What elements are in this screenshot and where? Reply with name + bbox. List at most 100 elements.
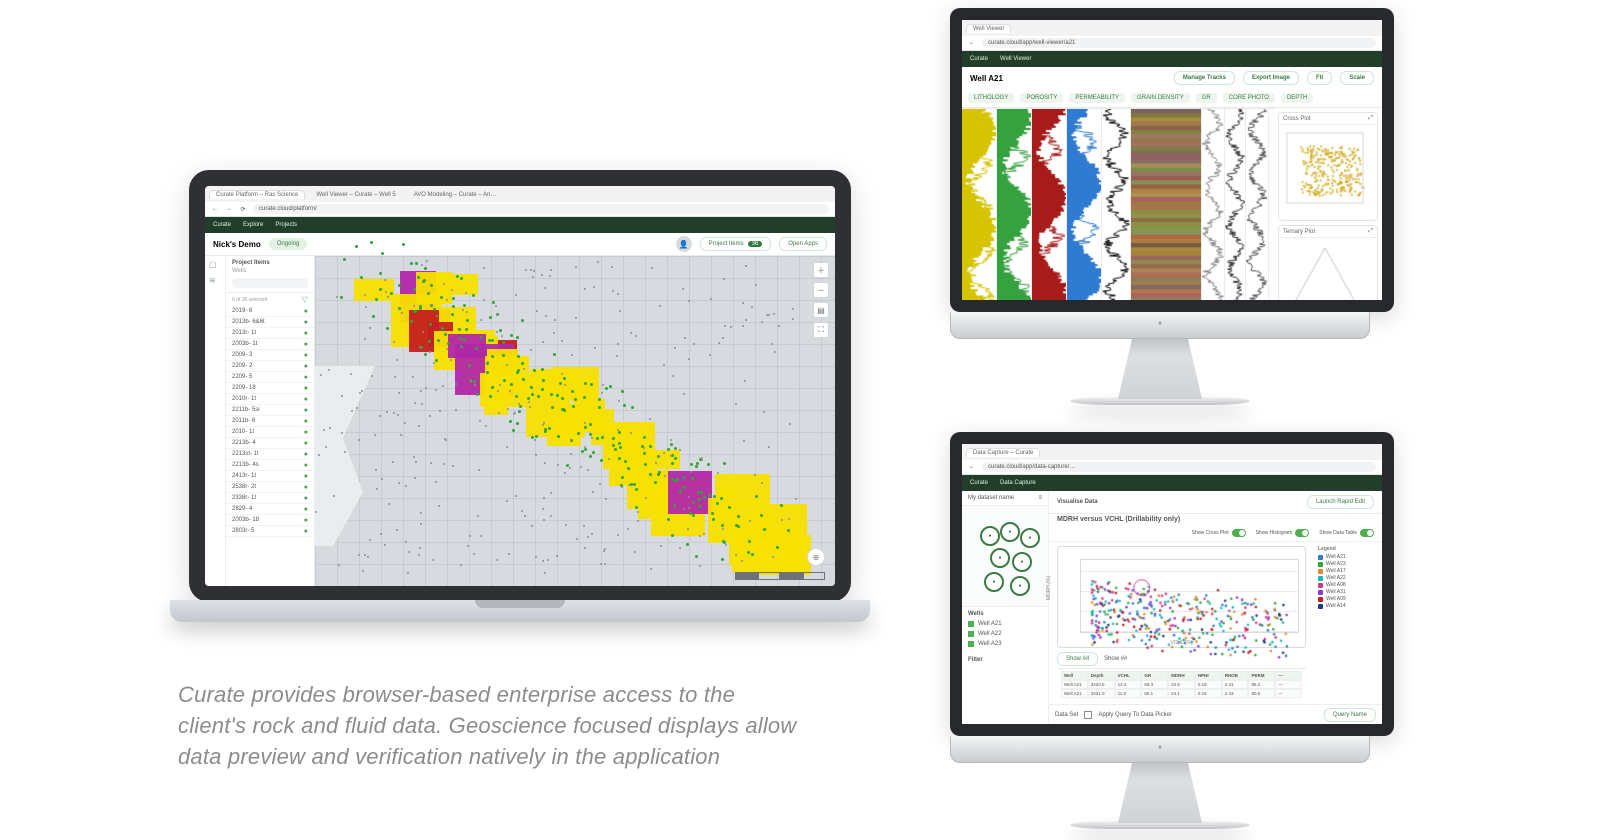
laptop-base (170, 600, 870, 622)
nav-explore[interactable]: Explore (243, 222, 263, 228)
zoom-in-button[interactable]: ＋ (813, 262, 829, 278)
track-header[interactable]: PERMEABILITY (1069, 93, 1125, 103)
wv-toolbar: Well A21 Manage Tracks Export Image Fit … (962, 67, 1382, 89)
data-table[interactable]: WellDepthVCHLGRMDRHNPHIRHOBPERM—Well A21… (1057, 668, 1306, 700)
reload-icon[interactable]: ⟳ (239, 206, 247, 213)
well-row[interactable]: 2413r- 1t● (226, 471, 314, 482)
display-toggle[interactable]: Show Histogram (1256, 529, 1310, 537)
forward-icon[interactable]: → (225, 206, 233, 212)
dc-tab[interactable]: Data Capture – Curate (966, 448, 1040, 457)
well-row[interactable]: 2338r- 1t● (226, 493, 314, 504)
url-field[interactable]: curate.cloud/platform/ (253, 204, 829, 214)
rail-project-icon[interactable]: ▢ (209, 260, 221, 272)
fullscreen-button[interactable]: ⛶ (813, 322, 829, 338)
fit-button[interactable]: Fit (1307, 71, 1332, 85)
launch-rapid-edit-button[interactable]: Launch Rapid Edit (1307, 495, 1374, 509)
well-row[interactable]: 2011b- 6● (226, 416, 314, 427)
browser-tab-1[interactable]: Curate Platform – Ras Science (209, 190, 305, 199)
crossplot-panel[interactable]: Cross Plot ⤢ (1278, 112, 1378, 221)
open-apps-button[interactable]: Open Apps (779, 237, 827, 251)
filter-icon[interactable]: ▽ (302, 295, 308, 304)
display-toggle[interactable]: Show Data Table (1319, 529, 1374, 537)
dc-brand: Curate (970, 480, 988, 486)
well-search[interactable] (232, 278, 308, 288)
avatar[interactable]: 👤 (676, 236, 692, 252)
well-row[interactable]: 2213b- 4s● (226, 460, 314, 471)
well-node[interactable]: ● (990, 548, 1010, 568)
well-row[interactable]: 2538r- 2t● (226, 482, 314, 493)
legend-item[interactable]: Well A31 (1318, 589, 1378, 595)
crossplot-box[interactable]: VCHL (%) MDRH (%) (1057, 546, 1306, 648)
well-row[interactable]: 2019- 6● (226, 306, 314, 317)
track-header[interactable]: LITHOLOGY (968, 93, 1014, 103)
browser-tab-3[interactable]: AVO Modeling – Curate – An… (407, 190, 504, 199)
rail-layers-icon[interactable]: ≋ (209, 276, 221, 288)
legend-item[interactable]: Well A21 (1318, 554, 1378, 560)
back-icon[interactable]: ← (968, 464, 976, 470)
display-toggle[interactable]: Show Cross Plot (1192, 529, 1246, 537)
scale-button[interactable]: Scale (1340, 71, 1374, 85)
legend-item[interactable]: Well A14 (1318, 603, 1378, 609)
list-item[interactable]: Well A22 (968, 631, 1042, 637)
well-row[interactable]: 2209- 2● (226, 361, 314, 372)
well-row[interactable]: 2013b- 6&6t● (226, 317, 314, 328)
well-row[interactable]: 2829- 4● (226, 504, 314, 515)
legend-item[interactable]: Well A23 (1318, 561, 1378, 567)
well-node[interactable]: ● (1010, 576, 1030, 596)
layers-button[interactable]: ▤ (813, 302, 829, 318)
well-row[interactable]: 2213st- 1t● (226, 449, 314, 460)
well-node[interactable]: ● (984, 572, 1004, 592)
well-row[interactable]: 2009- 3● (226, 350, 314, 361)
well-node[interactable]: ● (1012, 552, 1032, 572)
expand-icon[interactable]: ⤢ (1368, 228, 1373, 235)
wv-tab[interactable]: Well Viewer (966, 24, 1011, 33)
wv-appnav: Curate Well Viewer (962, 51, 1382, 67)
well-node[interactable]: ● (1000, 522, 1020, 542)
track-header[interactable]: POROSITY (1020, 93, 1063, 103)
legend-item[interactable]: Well A09 (1318, 596, 1378, 602)
map-area[interactable]: ＋ － ▤ ⛶ ⊕ (315, 256, 835, 588)
well-row[interactable]: 2209- 5● (226, 372, 314, 383)
track-header[interactable]: GRAIN DENSITY (1131, 93, 1190, 103)
legend-item[interactable]: Well A08 (1318, 582, 1378, 588)
list-item[interactable]: Well A21 (968, 621, 1042, 627)
browser-tab-2[interactable]: Well Viewer – Curate – Well 5 (309, 190, 402, 199)
track-header[interactable]: DEPTH (1281, 93, 1313, 103)
well-row[interactable]: 2211b- 5si● (226, 405, 314, 416)
well-row[interactable]: 2010r- 1t● (226, 394, 314, 405)
legend-item[interactable]: Well A17 (1318, 568, 1378, 574)
apply-checkbox[interactable] (1084, 711, 1092, 719)
export-image-button[interactable]: Export Image (1243, 71, 1299, 85)
dc-url[interactable]: curate.cloud/app/data-capture/… (982, 462, 1376, 472)
zoom-out-button[interactable]: － (813, 282, 829, 298)
legend-item[interactable]: Well A22 (1318, 575, 1378, 581)
log-tracks[interactable] (962, 108, 1274, 308)
back-icon[interactable]: ← (968, 40, 976, 46)
menu-icon[interactable]: ≡ (1038, 495, 1042, 501)
well-row[interactable]: 2213b- 4● (226, 438, 314, 449)
wv-url[interactable]: curate.cloud/app/well-viewer/a21 (982, 38, 1376, 48)
expand-icon[interactable]: ⤢ (1368, 115, 1373, 122)
well-row[interactable]: 2003b- 18● (226, 515, 314, 526)
crossplot-title: Cross Plot (1283, 116, 1311, 122)
well-row[interactable]: 2003b- 1t● (226, 339, 314, 350)
well-row[interactable]: 2209- 18● (226, 383, 314, 394)
well-node[interactable]: ● (1020, 528, 1040, 548)
query-name-field[interactable]: Query Name (1324, 708, 1376, 722)
ternary-panel[interactable]: Ternary Plot ⤢ (1278, 225, 1378, 312)
track-header[interactable]: GR (1196, 93, 1217, 103)
well-row[interactable]: 2010- 1t● (226, 427, 314, 438)
wv-navlink[interactable]: Well Viewer (1000, 56, 1031, 62)
dc-navlink[interactable]: Data Capture (1000, 480, 1036, 486)
back-icon[interactable]: ← (211, 206, 219, 212)
well-row[interactable]: 2013r- 1t● (226, 328, 314, 339)
track-header[interactable]: CORE PHOTO (1223, 93, 1275, 103)
project-header: Nick's Demo Ongoing 👤 Project Items 36 O… (205, 233, 835, 256)
list-item[interactable]: Well A23 (968, 641, 1042, 647)
project-items-button[interactable]: Project Items 36 (700, 237, 772, 251)
nav-projects[interactable]: Projects (275, 222, 297, 228)
well-node[interactable]: ● (980, 526, 1000, 546)
manage-tracks-button[interactable]: Manage Tracks (1174, 71, 1235, 85)
well-row[interactable]: 2803r- 5● (226, 526, 314, 537)
dc-minimap[interactable]: ●●●●●●● (962, 506, 1048, 607)
